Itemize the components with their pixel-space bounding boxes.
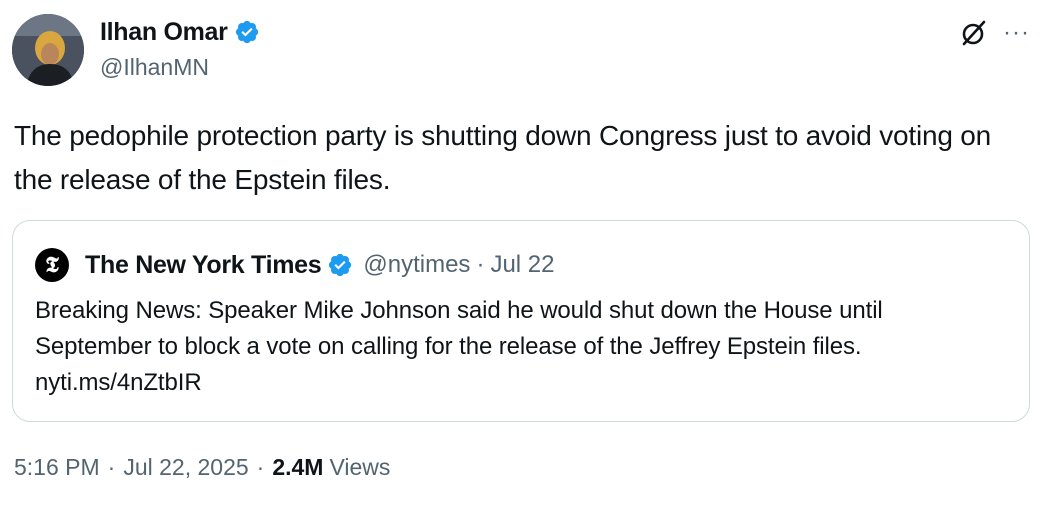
- quoted-author-handle[interactable]: @nytimes: [363, 251, 470, 279]
- separator-dot: ·: [256, 454, 265, 480]
- tweet-text: The pedophile protection party is shutti…: [14, 120, 992, 195]
- author-handle[interactable]: @IlhanMN: [100, 54, 209, 81]
- views-label: Views: [329, 454, 391, 480]
- quoted-tweet-date[interactable]: Jul 22: [490, 251, 554, 279]
- quoted-tweet[interactable]: 𝕿 The New York Times @nytimes · Jul 22 B…: [12, 220, 1030, 422]
- top-actions: ···: [959, 18, 1030, 48]
- quoted-tweet-text: Breaking News: Speaker Mike Johnson said…: [35, 297, 883, 396]
- quoted-author-name[interactable]: The New York Times: [85, 251, 322, 280]
- nyt-logo-icon: 𝕿: [35, 248, 69, 282]
- tweet-time[interactable]: 5:16 PM: [14, 454, 100, 481]
- grok-icon[interactable]: [959, 18, 989, 48]
- separator-dot: ·: [107, 454, 116, 480]
- author-display-name[interactable]: Ilhan Omar: [100, 18, 228, 47]
- avatar-image: [12, 14, 84, 86]
- tweet-card: Ilhan Omar @IlhanMN ··· The pedophile pr…: [0, 0, 1048, 506]
- tweet-meta: 5:16 PM · Jul 22, 2025 · 2.4M Views: [14, 454, 390, 481]
- verified-badge-icon: [235, 20, 258, 44]
- more-options-icon[interactable]: ···: [1003, 21, 1030, 45]
- avatar[interactable]: [12, 14, 84, 86]
- author-name-row: Ilhan Omar: [100, 16, 260, 48]
- quoted-tweet-header: 𝕿 The New York Times @nytimes · Jul 22: [35, 247, 554, 283]
- tweet-date[interactable]: Jul 22, 2025: [123, 454, 248, 481]
- views-count: 2.4M: [272, 454, 324, 480]
- verified-badge-icon: [329, 253, 352, 277]
- separator-dot: ·: [476, 251, 485, 278]
